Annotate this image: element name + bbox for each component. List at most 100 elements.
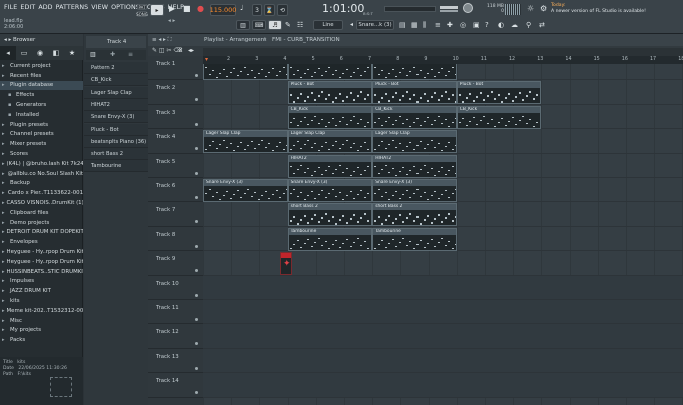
browser-item[interactable]: ▸ Plugin database xyxy=(0,80,83,91)
track-header[interactable]: Track 6 xyxy=(148,178,203,203)
track-header[interactable]: Track 14 xyxy=(148,373,203,398)
browser-item[interactable]: ▸ Envelopes xyxy=(0,237,83,247)
channel-item[interactable]: Pattern 2 xyxy=(84,62,148,74)
browser-item[interactable]: ▸ Scores xyxy=(0,149,83,159)
menu-edit[interactable]: EDIT xyxy=(20,4,35,11)
link-icon[interactable]: ⇄ xyxy=(539,21,545,29)
track-selector[interactable]: Track 4 xyxy=(86,36,146,48)
browser-item[interactable]: ▸ Heyguee - Hy..rpop Drum Kit xyxy=(0,257,83,267)
help-icon[interactable]: ? xyxy=(485,21,489,29)
countdown-button[interactable]: 3 xyxy=(252,4,262,16)
track-mute-dot[interactable] xyxy=(195,366,198,370)
browser-all-icon[interactable]: ◂ xyxy=(0,46,16,60)
wait-input-button[interactable]: ⌛ xyxy=(264,4,275,16)
pattern-clip[interactable]: short Bass 2 xyxy=(372,203,457,227)
pattern-clip[interactable]: beatsnplts Piano (36) xyxy=(287,64,373,80)
track-mute-dot[interactable] xyxy=(195,220,198,224)
playlist-nav-icons[interactable]: ≡ ◂ ▸ ⛶ xyxy=(152,37,172,44)
channel-item[interactable]: beatsnplts Piano (36) xyxy=(84,135,148,148)
browser-item[interactable]: ▪ Generators xyxy=(0,100,83,110)
track-lane[interactable] xyxy=(203,324,683,349)
timeline-scroll[interactable] xyxy=(203,48,683,56)
arrow-left-icon[interactable]: ◂ xyxy=(350,21,353,28)
update-notice[interactable]: Today: A newer version of FL Studio is a… xyxy=(551,3,681,31)
pattern-clip[interactable]: Lager Slap Clap xyxy=(372,130,457,154)
browser-item[interactable]: ▸ Heyguee - Hy..rpop Drum Kit xyxy=(0,247,83,257)
browser-item[interactable]: ▪ Installed xyxy=(0,110,83,120)
track-header[interactable]: Track 13 xyxy=(148,349,203,374)
browser-item[interactable]: ▸ My projects xyxy=(0,326,83,336)
output-icon[interactable]: ◐ xyxy=(498,21,504,29)
track-lane[interactable] xyxy=(203,300,683,325)
browser-item[interactable]: ▸ (K4L) | @bruho.lash Kit 7k24 xyxy=(0,159,83,169)
picker-list-icon[interactable]: ≡ xyxy=(128,51,133,58)
track-header[interactable]: Track 5 xyxy=(148,154,203,178)
track-header[interactable]: Track 8 xyxy=(148,227,203,252)
song-mode-toggle[interactable]: ▸ xyxy=(150,4,164,16)
browser-item[interactable]: ▸ @allblu.co No.Soul Slash Kit xyxy=(0,169,83,179)
channel-item[interactable]: Pluck - Bot xyxy=(84,123,148,136)
track-header[interactable]: Track 4 xyxy=(148,129,203,154)
pattern-clip[interactable]: Snare Envy-X (3) xyxy=(203,179,288,202)
track-header[interactable]: Track 1 xyxy=(148,56,203,81)
track-lane[interactable] xyxy=(203,373,683,398)
browser-folder-icon[interactable]: ▭ xyxy=(16,46,32,60)
track-mute-dot[interactable] xyxy=(195,171,198,175)
pattern-clip[interactable]: short Bass 2 xyxy=(287,203,373,227)
pattern-clip[interactable]: Lager Slap Clap xyxy=(287,130,373,154)
track-lane[interactable] xyxy=(203,275,683,300)
pattern-clip[interactable]: Snare Envy-X (3) xyxy=(287,179,373,202)
track-lane[interactable] xyxy=(203,348,683,374)
plugin-picker-icon[interactable]: ✚ xyxy=(447,21,453,29)
piano-roll-icon[interactable]: ▦ xyxy=(411,21,418,29)
pattern-clip[interactable]: HIHAT2 xyxy=(372,154,457,178)
browser-item[interactable]: ▸ HUSSINBEATS..STIC DRUMKIT xyxy=(0,267,83,277)
browser-item[interactable]: ▸ Recent files xyxy=(0,71,83,81)
menu-options[interactable]: OPTIONS xyxy=(111,4,140,11)
drop-folder-icon[interactable] xyxy=(50,377,72,397)
browser-item[interactable]: ▸ Demo projects xyxy=(0,218,83,228)
track-header[interactable]: Track 10 xyxy=(148,276,203,300)
slice-tool-icon[interactable]: ✕ xyxy=(178,47,183,54)
menu-file[interactable]: FILE xyxy=(4,4,17,11)
browser-item[interactable]: ▸ Misc xyxy=(0,316,83,326)
channel-item[interactable]: Tambourine xyxy=(84,160,148,173)
browser-item[interactable]: ▸ CASSO VISNOIS..DrumKit (1) xyxy=(0,198,83,208)
browser-item[interactable]: ▸ Current project xyxy=(0,61,83,71)
pattern-clip[interactable]: Pluck - Bot xyxy=(287,81,373,105)
track-lane[interactable] xyxy=(203,251,683,276)
browser-plugin-icon[interactable]: ◧ xyxy=(48,46,64,60)
track-mute-dot[interactable] xyxy=(195,196,198,199)
pattern-clip[interactable]: Lager Slap Clap xyxy=(203,130,288,154)
channel-select[interactable]: Snare...k (3) xyxy=(356,20,394,30)
browser-item[interactable]: ▸ Backup xyxy=(0,179,83,189)
browser-item[interactable]: ▸ Plugin presets xyxy=(0,120,83,130)
browser-header[interactable]: ◂ ▸ Browser xyxy=(0,34,83,46)
zoom-tool-icon[interactable]: ◂▸ xyxy=(188,47,194,54)
settings-icon[interactable]: ⚙ xyxy=(540,4,547,13)
browser-item[interactable]: ▸ JAZZ DRUM KIT xyxy=(0,286,83,296)
pattern-clip[interactable]: HIHAT2 xyxy=(287,154,373,178)
snap-select[interactable]: Line xyxy=(313,20,343,30)
browser-icon[interactable]: ◎ xyxy=(460,21,466,29)
track-header[interactable]: Track 3 xyxy=(148,105,203,130)
menu-view[interactable]: VIEW xyxy=(91,4,108,11)
mixer-icon[interactable]: ☷ xyxy=(297,21,303,29)
pattern-clip[interactable]: Tambourine xyxy=(287,227,373,251)
playlist-titlebar[interactable]: ≡ ◂ ▸ ⛶ Playlist - Arrangement › FMI - C… xyxy=(148,34,683,46)
automation-clip[interactable]: ✦ xyxy=(280,252,292,276)
track-mute-dot[interactable] xyxy=(195,122,198,126)
master-pitch-slider[interactable] xyxy=(440,10,458,12)
browser-item[interactable]: ▸ Packs xyxy=(0,335,83,345)
track-mute-dot[interactable] xyxy=(195,391,198,395)
song-mode-label[interactable]: SONG xyxy=(136,11,148,17)
track-mute-dot[interactable] xyxy=(195,342,198,346)
stop-icon[interactable]: ■ xyxy=(183,4,191,13)
browser-item[interactable]: ▸ Clipboard files xyxy=(0,208,83,218)
channel-item[interactable]: Snare Envy-X (3) xyxy=(84,111,148,124)
channel-item[interactable]: Lager Slap Clap xyxy=(84,86,148,99)
loop-record-button[interactable]: ⟲ xyxy=(277,4,288,16)
pattern-clip[interactable]: Tambourine xyxy=(372,227,457,251)
browser-item[interactable]: ▸ kits xyxy=(0,296,83,306)
track-mute-dot[interactable] xyxy=(195,74,198,77)
